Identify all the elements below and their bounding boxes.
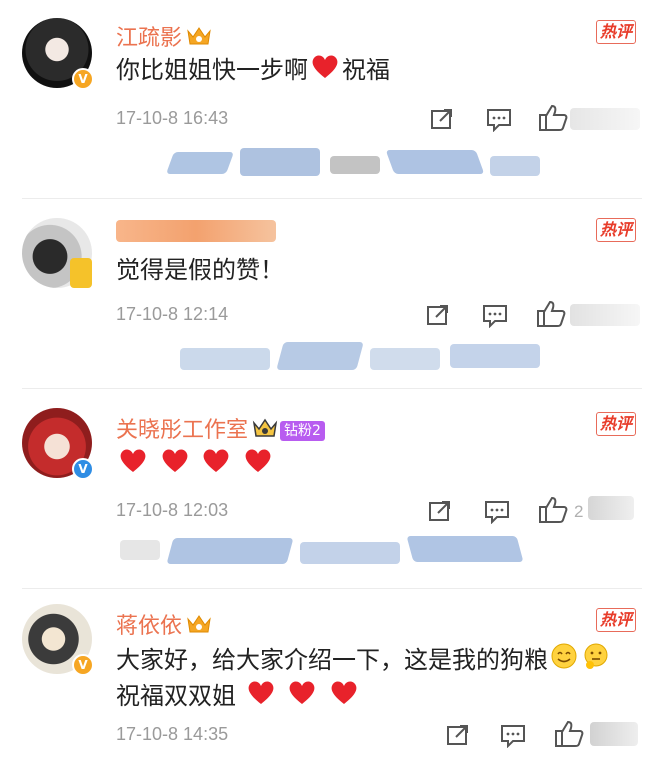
- comment-icon[interactable]: [482, 304, 508, 332]
- username[interactable]: 蒋依依: [116, 608, 212, 641]
- like-count-blur: [570, 304, 640, 326]
- avatar[interactable]: V: [22, 604, 94, 676]
- divider: [22, 588, 642, 589]
- heart-icon: [287, 679, 317, 715]
- comment-item: V 江疏影 热评 你比姐姐快一步啊 祝福 17-10-8 16:43: [0, 0, 660, 200]
- sub-reply-blurred: [60, 148, 620, 188]
- share-icon[interactable]: [446, 724, 470, 750]
- comment-item: V 关晓彤工作室 钻粉2 热评 17-10-8 12:03 2: [0, 390, 660, 590]
- comment-text-line2: 祝福双双姐: [116, 678, 361, 715]
- comment-time: 17-10-8 14:35: [116, 724, 229, 744]
- share-icon[interactable]: [428, 500, 452, 526]
- heart-icon: [243, 447, 273, 483]
- comment-icon[interactable]: [500, 724, 526, 752]
- heart-icon: [201, 447, 231, 483]
- verified-badge-icon: V: [72, 68, 94, 90]
- hot-comment-badge: 热评: [596, 218, 636, 242]
- like-icon[interactable]: [554, 720, 584, 752]
- like-icon[interactable]: [538, 104, 568, 136]
- divider: [22, 388, 642, 389]
- heart-icon: [118, 447, 148, 483]
- crown-icon: [186, 613, 212, 641]
- like-count: 2: [574, 502, 584, 521]
- like-count-blur: [588, 496, 634, 520]
- comment-text: 你比姐姐快一步啊 祝福: [116, 52, 390, 89]
- fan-level-badge: 钻粉2: [280, 421, 325, 441]
- crown-icon: [252, 417, 278, 445]
- sub-reply-blurred: [60, 342, 620, 382]
- comment-time: 17-10-8 12:14: [116, 304, 229, 324]
- heart-icon: [310, 53, 340, 89]
- comment-text: 大家好，给大家介绍一下，这是我的狗粮: [116, 642, 612, 680]
- share-icon[interactable]: [426, 304, 450, 330]
- avatar[interactable]: V: [22, 18, 94, 90]
- username[interactable]: 江疏影: [116, 20, 212, 53]
- divider: [22, 198, 642, 199]
- username[interactable]: 关晓彤工作室 钻粉2: [116, 412, 325, 445]
- avatar[interactable]: V: [22, 408, 94, 480]
- like-count-blur: [570, 108, 640, 130]
- like-icon[interactable]: [536, 300, 566, 332]
- comment-text: 觉得是假的赞！: [116, 256, 284, 284]
- comment-time: 17-10-8 16:43: [116, 108, 229, 128]
- crown-icon: [186, 25, 212, 53]
- smile-emoji-icon: [550, 642, 578, 680]
- comment-icon[interactable]: [484, 500, 510, 528]
- comment-item: 热评 觉得是假的赞！ 17-10-8 12:14: [0, 200, 660, 390]
- heart-icon: [160, 447, 190, 483]
- comment-item: V 蒋依依 热评 大家好，给大家介绍一下，这是我的狗粮 祝福双双姐 17-10-…: [0, 590, 660, 764]
- thinking-emoji-icon: [582, 642, 610, 680]
- verified-badge-icon: V: [72, 654, 94, 676]
- comment-time: 17-10-8 12:03: [116, 500, 229, 520]
- hot-comment-badge: 热评: [596, 20, 636, 44]
- sub-reply-blurred: [60, 536, 620, 576]
- heart-icon: [329, 679, 359, 715]
- avatar[interactable]: [22, 218, 92, 288]
- verified-badge-icon: V: [72, 458, 94, 480]
- heart-icon: [246, 679, 276, 715]
- comment-icon[interactable]: [486, 108, 512, 136]
- username[interactable]: [116, 216, 276, 246]
- like-icon[interactable]: [538, 496, 568, 528]
- share-icon[interactable]: [430, 108, 454, 134]
- comment-text: [116, 446, 275, 483]
- hot-comment-badge: 热评: [596, 608, 636, 632]
- hot-comment-badge: 热评: [596, 412, 636, 436]
- like-count-blur: [590, 722, 638, 746]
